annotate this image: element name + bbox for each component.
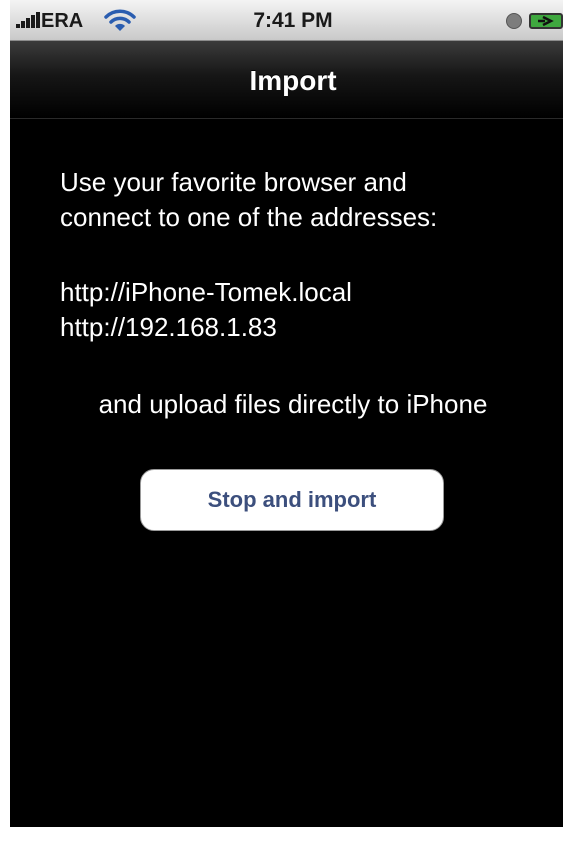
status-bar: ERA 7:41 PM (10, 0, 563, 41)
battery-charging-icon (529, 13, 563, 29)
import-content: Use your favorite browser and connect to… (10, 119, 563, 827)
address-hostname: http://iPhone-Tomek.local (60, 277, 352, 307)
address-list: http://iPhone-Tomek.local http://192.168… (60, 275, 540, 345)
instructions-text: Use your favorite browser and connect to… (60, 165, 540, 235)
stop-and-import-button[interactable]: Stop and import (140, 469, 444, 531)
phone-screen: ERA 7:41 PM Import Use your favorite bro… (10, 0, 563, 827)
clock-icon (506, 13, 522, 29)
navigation-bar: Import (10, 41, 563, 119)
address-ip: http://192.168.1.83 (60, 312, 277, 342)
page-title: Import (249, 65, 337, 96)
upload-instructions: and upload files directly to iPhone (98, 389, 488, 419)
instructions-line-1: Use your favorite browser and (60, 167, 407, 197)
instructions-line-2: connect to one of the addresses: (60, 202, 438, 232)
status-time: 7:41 PM (253, 9, 333, 32)
